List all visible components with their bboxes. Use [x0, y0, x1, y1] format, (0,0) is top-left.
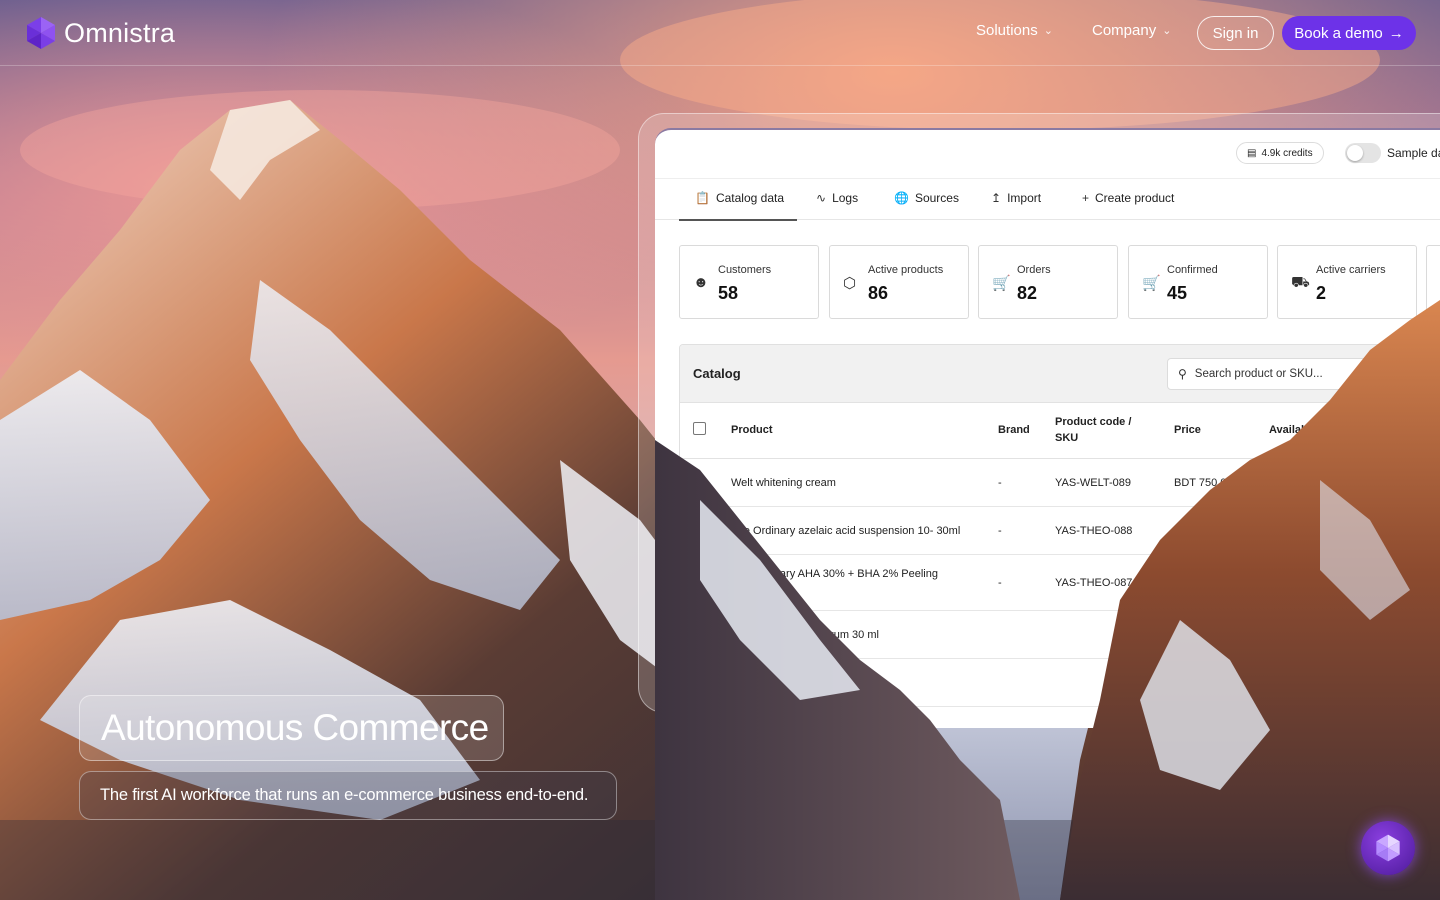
omnistra-logo-icon	[1376, 834, 1400, 862]
sample-data-label: Sample da	[1387, 146, 1440, 160]
select-all-checkbox[interactable]	[693, 422, 706, 435]
users-icon: ☻	[693, 274, 709, 291]
app-toolbar: ▤ 4.9k credits Sample da	[655, 130, 1440, 178]
hero-subtitle-box: The first AI workforce that runs an e-co…	[79, 771, 617, 820]
cell-brand: -	[998, 477, 1002, 489]
filter-button[interactable]	[1380, 358, 1440, 390]
nav-solutions-label: Solutions	[976, 22, 1038, 39]
cell-brand: -	[998, 577, 1002, 589]
plus-icon: +	[1082, 191, 1090, 205]
stat-label: Active carriers	[1316, 264, 1386, 276]
hero-title: Autonomous Commerce	[101, 707, 489, 748]
book-demo-button[interactable]: Book a demo →	[1282, 16, 1416, 50]
cell-product: Niacinamide solution 30	[731, 677, 848, 689]
table-row[interactable]: Niacinamide solution 30	[680, 659, 1440, 707]
credits-icon: ▤	[1247, 147, 1257, 159]
top-nav: Omnistra Solutions ⌄ Company ⌄ Sign in B…	[0, 0, 1440, 66]
hero-subtitle: The first AI workforce that runs an e-co…	[100, 786, 589, 804]
stat-value: 86	[868, 283, 889, 303]
tab-create-product[interactable]: + Create product	[1082, 191, 1174, 205]
stat-card-partial[interactable]	[1426, 245, 1440, 319]
table-row[interactable]: Multi-peptide hair serum 30 ml	[680, 611, 1440, 659]
cell-price: BDT	[1174, 525, 1196, 537]
tab-catalog-data[interactable]: 📋 Catalog data	[695, 191, 784, 205]
stat-label: Active products	[868, 264, 944, 276]
arrow-right-icon: →	[1388, 24, 1404, 42]
column-product[interactable]: Product	[731, 422, 773, 438]
cell-sku: YAS-THEO-087	[1055, 577, 1133, 589]
stat-card-orders[interactable]: 🛒 Orders 82	[978, 245, 1118, 319]
tab-label: Logs	[832, 191, 859, 205]
active-tab-indicator	[679, 219, 797, 221]
upload-icon: ↥	[991, 191, 1002, 205]
credits-badge[interactable]: ▤ 4.9k credits	[1236, 142, 1324, 164]
cell-price: BDT 750.00	[1174, 477, 1233, 489]
table-row[interactable]: The Ordinary azelaic acid suspension 10-…	[680, 507, 1440, 555]
nav-company-label: Company	[1092, 22, 1157, 39]
search-input[interactable]	[1194, 368, 1355, 380]
cart-icon: 🛒	[992, 275, 1011, 292]
stat-card-customers[interactable]: ☻ Customers 58	[679, 245, 819, 319]
brand-name: Omnistra	[64, 17, 176, 48]
sign-in-button[interactable]: Sign in	[1197, 16, 1274, 50]
brand-link[interactable]: Omnistra	[24, 15, 175, 51]
stat-card-confirmed[interactable]: 🛒 Confirmed 45	[1128, 245, 1268, 319]
app-preview: ▤ 4.9k credits Sample da 📋 Catalog data …	[655, 128, 1440, 728]
stat-card-active-products[interactable]: ⬡ Active products 86	[829, 245, 969, 319]
nav-company[interactable]: Company ⌄	[1092, 22, 1171, 39]
clipboard-icon: 📋	[695, 191, 710, 205]
tab-import[interactable]: ↥ Import	[991, 191, 1041, 205]
activity-icon: ∿	[816, 191, 827, 205]
book-demo-label: Book a demo	[1294, 24, 1383, 42]
tab-label: Catalog data	[715, 191, 785, 205]
cell-sku: YAS-THEO-088	[1055, 525, 1133, 537]
tab-logs[interactable]: ∿ Logs	[816, 191, 858, 205]
omnistra-logo-icon	[27, 17, 55, 49]
catalog-search[interactable]: ⚲	[1167, 358, 1372, 390]
chat-assistant-button[interactable]	[1361, 821, 1415, 875]
credits-label: 4.9k credits	[1261, 147, 1313, 159]
nav-solutions[interactable]: Solutions ⌄	[976, 22, 1053, 39]
stat-card-active-carriers[interactable]: ⛟ Active carriers 2	[1277, 245, 1417, 319]
stat-value: 82	[1017, 283, 1038, 303]
tab-label: Import	[1007, 191, 1042, 205]
cart-icon: 🛒	[1142, 275, 1161, 292]
cell-sku: YAS-WELT-089	[1055, 477, 1132, 489]
search-icon: ⚲	[1178, 367, 1187, 381]
cell-product: Multi-peptide hair serum 30 ml	[731, 629, 879, 641]
stat-label: Orders	[1017, 264, 1051, 276]
stat-value: 58	[718, 283, 739, 303]
column-brand[interactable]: Brand	[998, 422, 1030, 438]
stat-label: Customers	[718, 264, 772, 276]
truck-icon: ⛟	[1291, 274, 1310, 291]
cell-product: Welt whitening cream	[731, 477, 836, 489]
stat-label: Confirmed	[1167, 264, 1218, 276]
tab-label: Sources	[914, 191, 959, 205]
stat-value: 2	[1316, 283, 1327, 303]
hero-title-box: Autonomous Commerce	[79, 695, 504, 761]
cell-brand: -	[998, 525, 1002, 537]
stat-value: 45	[1167, 283, 1188, 303]
catalog-panel: Catalog ⚲ Product Brand Product code / S…	[679, 344, 1440, 728]
column-sku[interactable]: Product code / SKU	[1055, 414, 1145, 446]
chevron-down-icon: ⌄	[1162, 25, 1172, 37]
chevron-down-icon: ⌄	[1043, 25, 1053, 37]
app-tabs: 📋 Catalog data ∿ Logs 🌐 Sources ↥ Import…	[655, 178, 1440, 221]
cell-product: The Ordinary AHA 30% + BHA 2% Peeling So…	[731, 568, 938, 596]
sample-data-toggle[interactable]	[1345, 143, 1381, 163]
catalog-title: Catalog	[693, 366, 741, 381]
table-row[interactable]: Welt whitening cream - YAS-WELT-089 BDT …	[680, 459, 1440, 507]
table-row[interactable]: The Ordinary AHA 30% + BHA 2% Peeling So…	[680, 555, 1440, 611]
catalog-header: Catalog ⚲	[680, 345, 1440, 403]
tab-label: Create product	[1095, 191, 1175, 205]
table-header: Product Brand Product code / SKU Price A…	[680, 403, 1440, 459]
column-price[interactable]: Price	[1174, 422, 1201, 438]
globe-icon: 🌐	[894, 191, 909, 205]
tab-sources[interactable]: 🌐 Sources	[894, 191, 959, 205]
box-icon: ⬡	[843, 275, 857, 292]
column-type[interactable]: Ty	[1343, 422, 1355, 438]
cell-product: The Ordinary azelaic acid suspension 10-…	[731, 525, 961, 537]
column-available[interactable]: Availabl	[1269, 422, 1311, 438]
